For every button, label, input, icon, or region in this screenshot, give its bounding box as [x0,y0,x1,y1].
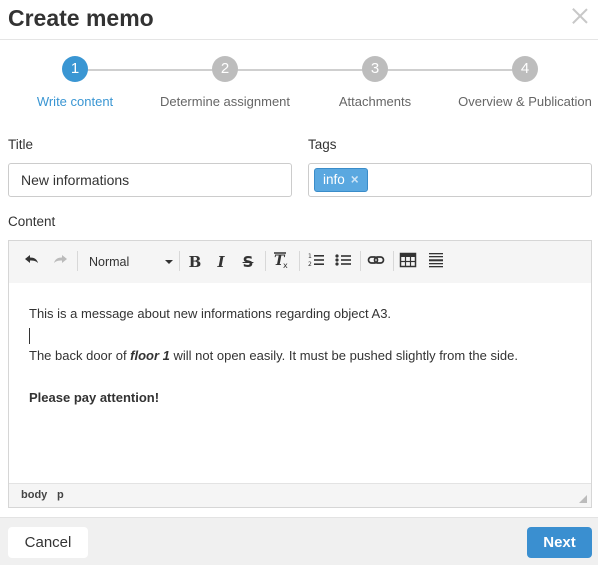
ordered-list-icon[interactable]: 12 [305,251,327,273]
italic-button[interactable]: I [211,251,231,273]
format-value: Normal [89,255,130,269]
remove-tag-icon[interactable]: × [351,172,359,187]
element-path-body[interactable]: body [21,489,47,501]
link-icon[interactable] [365,251,387,273]
step-label: Attachments [338,94,412,109]
editor-content[interactable]: This is a message about new informations… [9,283,591,483]
element-path-p[interactable]: p [57,489,64,501]
toolbar-divider [77,251,78,271]
next-button[interactable]: Next [527,527,592,558]
redo-icon[interactable] [49,251,71,273]
step-number: 2 [212,56,238,82]
rich-text-editor: Normal B I S Tx 12 This is a message abo [8,240,592,508]
svg-text:1: 1 [308,253,312,260]
content-text: The back door of [29,348,131,363]
undo-icon[interactable] [21,251,43,273]
content-empty-line [29,366,571,387]
title-input[interactable] [8,163,292,197]
toolbar-divider [265,251,266,271]
content-paragraph: This is a message about new informations… [29,306,392,321]
text-cursor [29,327,30,344]
step-attachments[interactable]: 3 Attachments [295,56,455,109]
toolbar-divider [179,251,180,271]
content-label: Content [8,214,56,229]
close-icon[interactable] [570,6,590,26]
content-paragraph: The back door of floor 1 will not open e… [29,345,571,366]
title-label: Title [8,137,34,152]
toolbar-divider [393,251,394,271]
toolbar-divider [360,251,361,271]
dialog-header: Create memo [0,0,598,40]
svg-text:2: 2 [308,261,312,268]
table-icon[interactable] [397,251,419,273]
content-emphasis: floor 1 [130,348,170,363]
horizontal-rule-icon[interactable] [425,251,447,273]
bullet-list-icon[interactable] [332,251,354,273]
chevron-down-icon [165,260,173,264]
step-determine-assignment[interactable]: 2 Determine assignment [145,56,305,109]
step-number: 4 [512,56,538,82]
editor-toolbar: Normal B I S Tx 12 [9,241,591,283]
step-label: Determine assignment [159,94,291,109]
tags-input[interactable]: info × [308,163,592,197]
bold-button[interactable]: B [185,251,205,273]
cancel-button[interactable]: Cancel [8,527,88,558]
toolbar-divider [299,251,300,271]
svg-text:x: x [283,261,288,269]
clear-format-icon[interactable]: Tx [271,251,293,273]
stepper: 1 Write content 2 Determine assignment 3… [0,56,598,116]
tags-label: Tags [308,137,337,152]
editor-statusbar: body p [9,483,591,507]
step-label: Overview & Publication [458,94,592,109]
step-number: 1 [62,56,88,82]
content-cursor-line [29,324,571,345]
dialog-title: Create memo [8,5,154,31]
step-label: Write content [36,94,114,109]
tag-chip: info × [314,168,368,192]
format-dropdown[interactable]: Normal [89,251,173,273]
step-number: 3 [362,56,388,82]
step-overview-publication[interactable]: 4 Overview & Publication [445,56,598,109]
dialog-footer: Cancel Next [0,517,598,565]
strikethrough-button[interactable]: S [238,251,258,273]
content-paragraph: Please pay attention! [29,390,160,405]
content-text: will not open easily. It must be pushed … [169,348,518,363]
step-write-content[interactable]: 1 Write content [0,56,155,109]
resize-handle-icon[interactable] [579,495,587,503]
tag-label: info [323,172,345,187]
